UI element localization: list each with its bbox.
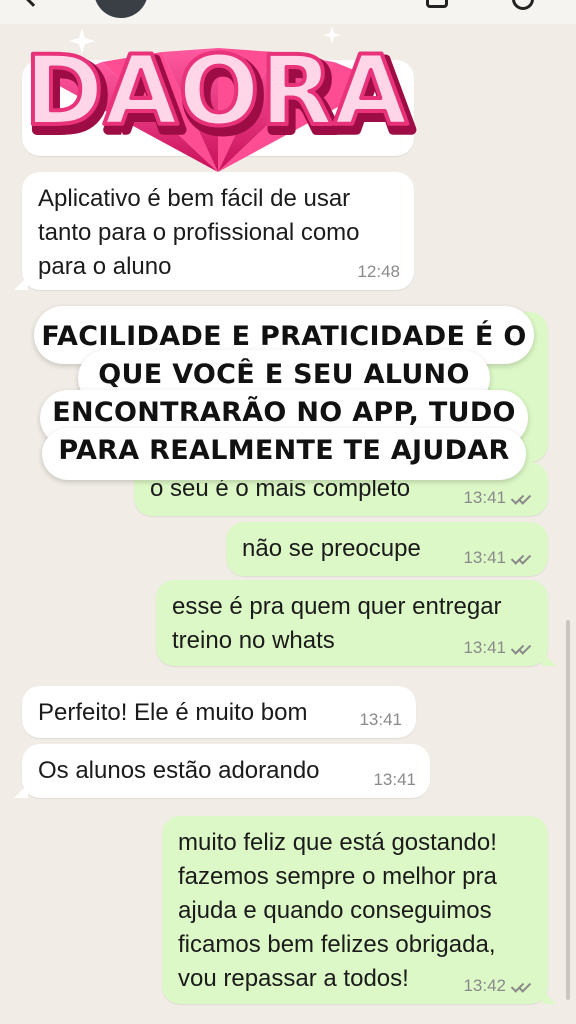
overlay-caption: FACILIDADE E PRATICIDADE É O QUE VOCÊ E … <box>34 306 534 480</box>
message-text: Os alunos estão adorando <box>38 757 320 784</box>
message-time: 13:41 <box>463 638 506 657</box>
message-time: 13:41 <box>359 710 402 729</box>
read-ticks-icon <box>510 491 534 505</box>
message-meta: 13:41 <box>463 548 534 568</box>
message-time: 13:41 <box>373 770 416 789</box>
message-bubble-incoming[interactable]: Aplicativo é bem fácil de usar tanto par… <box>14 172 414 290</box>
daora-sticker: DAORA DAORA <box>12 12 424 172</box>
read-ticks-icon <box>510 551 534 565</box>
message-bubble-outgoing[interactable]: esse é pra quem quer entregar treino no … <box>156 580 556 666</box>
message-bubble-incoming[interactable]: Perfeito! Ele é muito bom 13:41 <box>22 686 416 738</box>
message-meta: 12:48 <box>357 262 400 282</box>
read-ticks-icon <box>510 641 534 655</box>
message-text: Perfeito! Ele é muito bom <box>38 699 308 726</box>
caption-text: FACILIDADE E PRATICIDADE É O QUE VOCÊ E … <box>41 321 527 466</box>
message-time: 13:41 <box>463 488 506 507</box>
voice-call-icon[interactable] <box>512 0 534 10</box>
message-text: Aplicativo é bem fácil de usar tanto par… <box>38 185 360 280</box>
message-meta: 13:41 <box>463 488 534 508</box>
message-meta: 13:41 <box>359 710 402 730</box>
message-meta: 13:41 <box>463 638 534 658</box>
message-bubble-outgoing[interactable]: muito feliz que está gostando! fazemos s… <box>162 816 556 1004</box>
read-ticks-icon <box>510 979 534 993</box>
message-time: 12:48 <box>357 262 400 281</box>
message-bubble-outgoing[interactable]: não se preocupe 13:41 <box>226 522 548 576</box>
message-bubble-incoming[interactable]: Os alunos estão adorando 13:41 <box>14 744 430 798</box>
message-text: muito feliz que está gostando! fazemos s… <box>178 829 497 992</box>
message-meta: 13:41 <box>373 770 416 790</box>
message-time: 13:42 <box>463 976 506 995</box>
scrollbar[interactable] <box>566 620 570 1000</box>
video-call-icon[interactable] <box>426 0 448 8</box>
back-icon[interactable] <box>23 0 43 7</box>
message-meta: 13:42 <box>463 976 534 996</box>
message-time: 13:41 <box>463 548 506 567</box>
